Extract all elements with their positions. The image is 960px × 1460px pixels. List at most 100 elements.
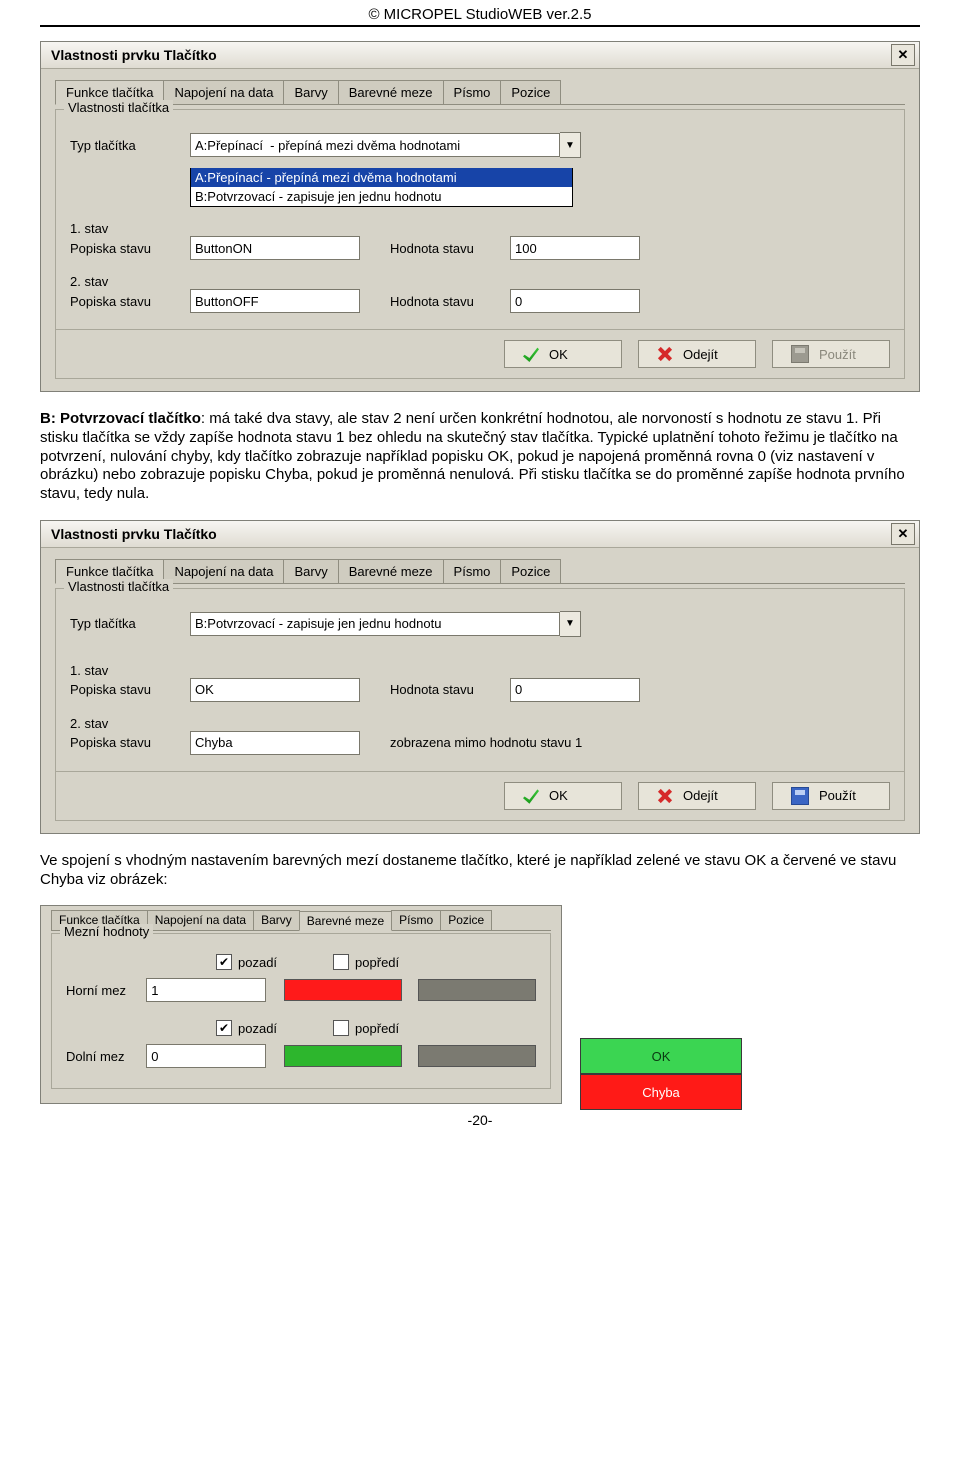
fg-label: popředí: [355, 955, 399, 970]
ok-label: OK: [549, 347, 568, 362]
type-input-2[interactable]: [190, 612, 560, 636]
caption2-input[interactable]: [190, 289, 360, 313]
limits-panel: Funkce tlačítka Napojení na data Barvy B…: [40, 905, 562, 1104]
paragraph-2: Ve spojení s vhodným nastavením barevnýc…: [40, 852, 920, 890]
type-option-b[interactable]: B:Potvrzovací - zapisuje jen jednu hodno…: [191, 187, 572, 206]
x-icon: [657, 346, 673, 362]
close-button-2[interactable]: ✕: [891, 523, 915, 545]
upper-fg-swatch[interactable]: [418, 979, 536, 1001]
state2-heading-2: 2. stav: [70, 716, 890, 731]
paragraph-1: B: Potvrzovací tlačítko: má také dva sta…: [40, 410, 920, 504]
chevron-down-icon[interactable]: ▼: [560, 132, 581, 158]
tab-pozice[interactable]: Pozice: [440, 910, 492, 930]
value2-input[interactable]: [510, 289, 640, 313]
tab-barvy[interactable]: Barvy: [283, 80, 338, 104]
tab-pismo[interactable]: Písmo: [391, 910, 441, 930]
tab-pismo[interactable]: Písmo: [443, 80, 502, 104]
ok-button[interactable]: OK: [504, 782, 622, 810]
close-icon: ✕: [898, 47, 909, 63]
page-number: -20-: [0, 1112, 960, 1128]
group-vlastnosti: Vlastnosti tlačítka Typ tlačítka ▼ A:Pře…: [55, 109, 905, 330]
button-bar-2: OK Odejít Použít: [55, 772, 905, 821]
label-caption1-2: Popiska stavu: [70, 682, 190, 697]
cancel-button[interactable]: Odejít: [638, 782, 756, 810]
status-preview: OK Chyba: [580, 1038, 920, 1110]
bg-label-2: pozadí: [238, 1021, 277, 1036]
check-icon: [523, 346, 539, 362]
lower-label: Dolní mez: [66, 1049, 146, 1064]
tab-barevne-meze[interactable]: Barevné meze: [338, 559, 444, 583]
type-dropdown[interactable]: A:Přepínací - přepíná mezi dvěma hodnota…: [190, 168, 573, 207]
x-icon: [657, 788, 673, 804]
tab-barvy[interactable]: Barvy: [283, 559, 338, 583]
apply-button[interactable]: Použít: [772, 782, 890, 810]
tab-napojeni[interactable]: Napojení na data: [163, 80, 284, 104]
header-rule: [40, 25, 920, 27]
cancel-button[interactable]: Odejít: [638, 340, 756, 368]
dialog-properties-1: Vlastnosti prvku Tlačítko ✕ Funkce tlačí…: [40, 41, 920, 392]
label-value1-2: Hodnota stavu: [390, 682, 510, 697]
type-combo-2[interactable]: ▼: [190, 611, 581, 637]
label-caption1: Popiska stavu: [70, 241, 190, 256]
label-value1: Hodnota stavu: [390, 241, 510, 256]
close-icon: ✕: [898, 526, 909, 542]
type-input[interactable]: [190, 133, 560, 157]
cancel-label: Odejít: [683, 347, 718, 362]
tab-napojeni[interactable]: Napojení na data: [163, 559, 284, 583]
tab-napojeni[interactable]: Napojení na data: [147, 910, 254, 930]
label-value2: Hodnota stavu: [390, 294, 510, 309]
dialog-title-2: Vlastnosti prvku Tlačítko: [51, 526, 217, 542]
apply-label: Použít: [819, 347, 856, 362]
fg-lower-checkbox[interactable]: [333, 1020, 349, 1036]
ok-button[interactable]: OK: [504, 340, 622, 368]
state1-heading: 1. stav: [70, 221, 890, 236]
lower-bg-swatch[interactable]: [284, 1045, 402, 1067]
page-header: © MICROPEL StudioWEB ver.2.5: [0, 6, 960, 23]
group-legend-2: Vlastnosti tlačítka: [64, 579, 173, 594]
fg-upper-checkbox[interactable]: [333, 954, 349, 970]
upper-bg-swatch[interactable]: [284, 979, 402, 1001]
tab-pozice[interactable]: Pozice: [500, 80, 561, 104]
tab-barevne-meze[interactable]: Barevné meze: [299, 911, 392, 931]
caption1-input-2[interactable]: [190, 678, 360, 702]
label-caption2-2: Popiska stavu: [70, 735, 190, 750]
titlebar-2: Vlastnosti prvku Tlačítko ✕: [41, 521, 919, 548]
label-type: Typ tlačítka: [70, 138, 190, 153]
para1-bold: B: Potvrzovací tlačítko: [40, 410, 201, 427]
upper-label: Horní mez: [66, 983, 146, 998]
label-caption2: Popiska stavu: [70, 294, 190, 309]
apply-label: Použít: [819, 788, 856, 803]
tab-pismo[interactable]: Písmo: [443, 559, 502, 583]
value1-input-2[interactable]: [510, 678, 640, 702]
caption1-input[interactable]: [190, 236, 360, 260]
value1-input[interactable]: [510, 236, 640, 260]
bg-label: pozadí: [238, 955, 277, 970]
fg-label-2: popředí: [355, 1021, 399, 1036]
lower-fg-swatch[interactable]: [418, 1045, 536, 1067]
apply-button[interactable]: Použít: [772, 340, 890, 368]
caption2-input-2[interactable]: [190, 731, 360, 755]
upper-input[interactable]: [146, 978, 266, 1002]
tab-barvy[interactable]: Barvy: [253, 910, 300, 930]
dialog-title: Vlastnosti prvku Tlačítko: [51, 47, 217, 63]
group-legend: Vlastnosti tlačítka: [64, 100, 173, 115]
dialog-properties-2: Vlastnosti prvku Tlačítko ✕ Funkce tlačí…: [40, 520, 920, 834]
check-icon: [523, 788, 539, 804]
tab-pozice[interactable]: Pozice: [500, 559, 561, 583]
lower-input[interactable]: [146, 1044, 266, 1068]
type-option-a[interactable]: A:Přepínací - přepíná mezi dvěma hodnota…: [191, 168, 572, 187]
tab-barevne-meze[interactable]: Barevné meze: [338, 80, 444, 104]
cancel-label: Odejít: [683, 788, 718, 803]
button-bar-1: OK Odejít Použít: [55, 330, 905, 379]
label-type-2: Typ tlačítka: [70, 616, 190, 631]
group-limits: Mezní hodnoty ✔pozadí popředí Horní mez: [51, 933, 551, 1089]
ok-label: OK: [549, 788, 568, 803]
close-button[interactable]: ✕: [891, 44, 915, 66]
bg-upper-checkbox[interactable]: ✔: [216, 954, 232, 970]
type-combo[interactable]: ▼: [190, 132, 581, 158]
save-icon: [791, 787, 809, 805]
chevron-down-icon[interactable]: ▼: [560, 611, 581, 637]
bg-lower-checkbox[interactable]: ✔: [216, 1020, 232, 1036]
group-vlastnosti-2: Vlastnosti tlačítka Typ tlačítka ▼ 1. st…: [55, 588, 905, 772]
tabs-1: Funkce tlačítka Napojení na data Barvy B…: [55, 79, 905, 105]
